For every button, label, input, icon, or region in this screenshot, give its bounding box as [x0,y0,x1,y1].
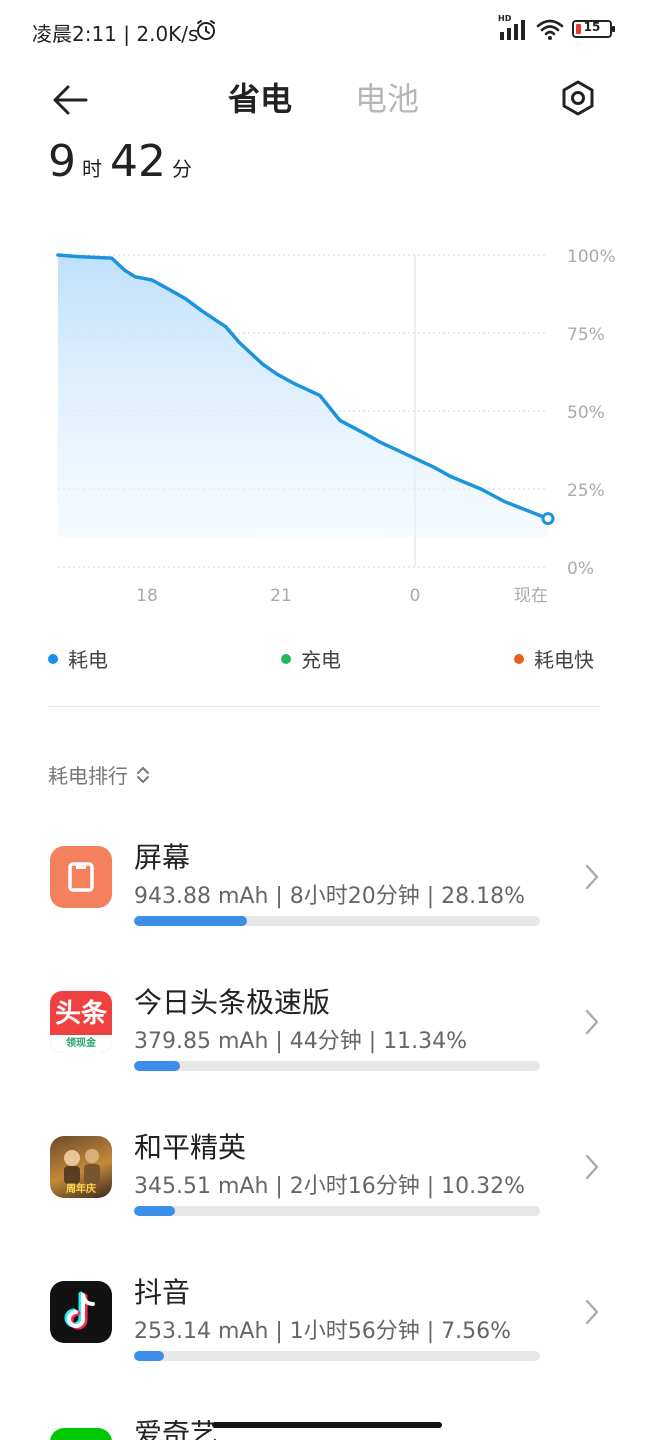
toutiao-icon: 头条 领现金 [50,991,112,1053]
ranking-title: 耗电排行 [48,764,128,788]
app-row-toutiao[interactable]: 头条 领现金 今日头条极速版 379.85 mAh | 44分钟 | 11.34… [0,986,648,1111]
usage-bar [134,1351,540,1361]
app-name: 爱奇艺 [134,1420,219,1440]
remaining-minutes-unit: 分 [172,157,192,181]
tab-battery[interactable]: 电池 [355,74,419,120]
app-row-screen[interactable]: 屏幕 943.88 mAh | 8小时20分钟 | 28.18% [0,841,648,966]
signal-icon: HD [498,14,528,40]
app-name: 和平精英 [134,1131,247,1164]
status-icons: HD 15 [498,14,615,40]
status-time-speed: 凌晨2:11 | 2.0K/s [32,22,199,46]
back-icon[interactable] [48,78,92,122]
legend-label: 耗电快 [534,648,594,672]
chevron-right-icon [585,1299,599,1325]
battery-area [58,255,548,537]
app-name: 屏幕 [134,841,191,874]
usage-bar-fill [134,1351,165,1361]
y-tick-label: 100% [567,247,616,267]
y-tick-label: 50% [567,403,605,423]
chevron-right-icon [585,1009,599,1035]
x-tick-label: 18 [136,586,158,606]
app-stat: 943.88 mAh | 8小时20分钟 | 28.18% [134,884,526,909]
status-bar: 凌晨2:11 | 2.0K/s HD 15 [0,0,648,62]
settings-icon[interactable] [558,78,598,118]
usage-bar-fill [134,1061,180,1071]
home-indicator[interactable] [212,1422,442,1428]
usage-bar [134,1061,540,1071]
toutiao-icon-text: 头条 [54,999,107,1029]
usage-bar-fill [134,916,248,926]
legend-label: 充电 [301,648,341,672]
sort-icon [137,766,149,783]
battery-level: 15 [583,20,601,34]
current-point [541,512,555,526]
iqiyi-icon [50,1428,112,1440]
toutiao-icon-subtext: 领现金 [50,1035,112,1053]
peacekeeper-icon-text: 周年庆 [66,1184,96,1195]
legend-dot [514,653,524,664]
x-tick-label: 21 [270,586,292,606]
y-tick-label: 0% [567,559,594,579]
app-row-douyin[interactable]: 抖音 253.14 mAh | 1小时56分钟 | 7.56% [0,1276,648,1401]
legend-dot [281,653,291,664]
y-tick-label: 75% [567,325,605,345]
legend-item-charging: 充电 [281,644,341,673]
x-tick-label: 现在 [514,586,548,606]
chevron-right-icon [585,1154,599,1180]
app-stat: 379.85 mAh | 44分钟 | 11.34% [134,1029,468,1054]
remaining-hours: 9 [48,136,76,187]
legend-item-discharge: 耗电 [48,644,108,673]
divider [48,706,600,707]
battery-chart: 100% 75% 50% 25% 0% 18 21 0 现在 [56,247,616,606]
y-tick-label: 25% [567,481,605,501]
app-stat: 253.14 mAh | 1小时56分钟 | 7.56% [134,1319,512,1344]
douyin-icon [50,1281,112,1343]
remaining-hours-unit: 时 [82,157,102,181]
remaining-time: 9 时 42 分 [48,136,200,187]
usage-bar [134,1206,540,1216]
usage-bar-fill [134,1206,176,1216]
app-stat: 345.51 mAh | 2小时16分钟 | 10.32% [134,1174,526,1199]
app-row-peacekeeper-elite[interactable]: 周年庆 和平精英 345.51 mAh | 2小时16分钟 | 10.32% [0,1131,648,1256]
battery-icon: 15 [572,20,615,38]
legend-dot [48,653,58,664]
legend-item-fast-drain: 耗电快 [514,644,594,673]
usage-bar [134,916,540,926]
app-name: 今日头条极速版 [134,986,331,1019]
chart-legend: 耗电 充电 耗电快 [48,644,600,674]
alarm-icon [197,20,215,40]
chevron-right-icon [585,864,599,890]
tab-power-saving[interactable]: 省电 [228,74,292,120]
screen-icon [50,846,112,908]
wifi-icon [536,19,564,40]
legend-label: 耗电 [68,648,108,672]
peacekeeper-elite-icon: 周年庆 [50,1136,112,1198]
top-bar: 省电 电池 [0,70,648,126]
ranking-sort-toggle[interactable]: 耗电排行 [48,760,150,789]
app-name: 抖音 [134,1276,191,1309]
x-tick-label: 0 [410,586,421,606]
remaining-minutes: 42 [110,136,166,187]
